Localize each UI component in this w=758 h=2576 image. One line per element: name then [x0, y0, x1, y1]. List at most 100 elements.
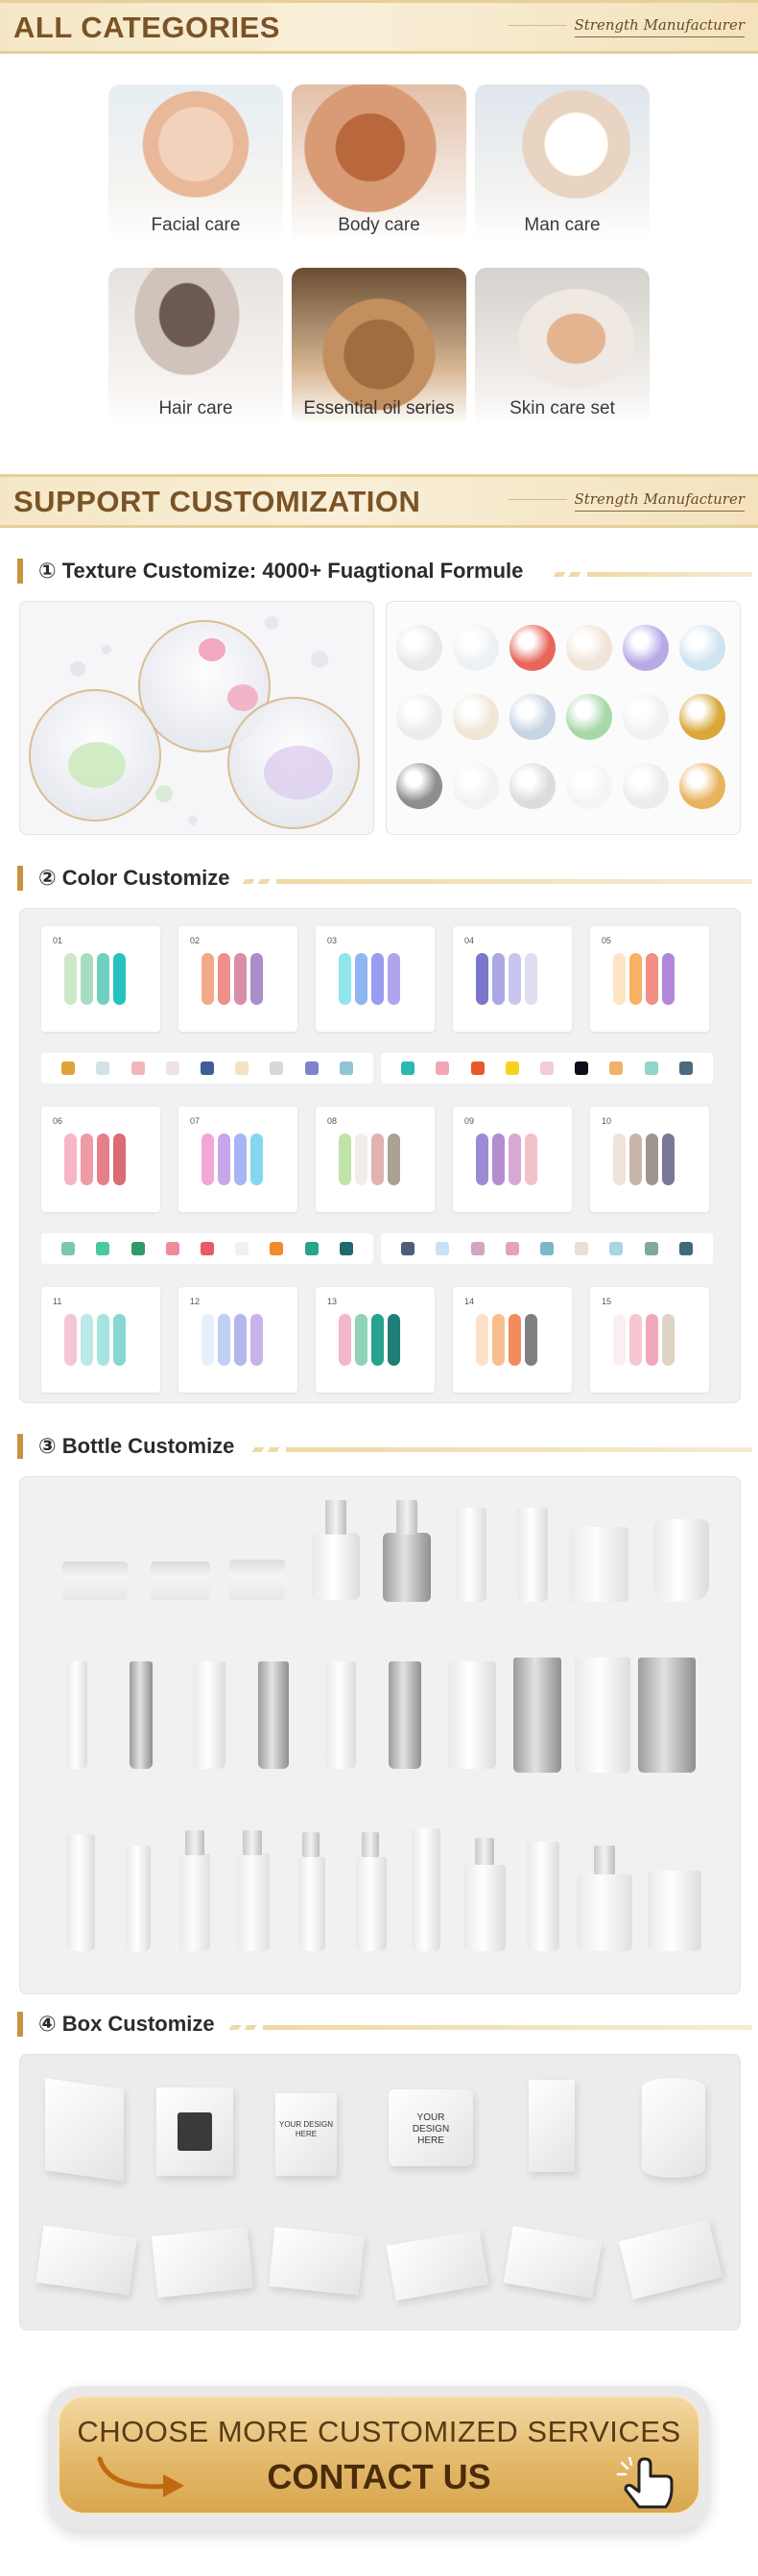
bottle-heading-text: ③ Bottle Customize [38, 1434, 235, 1458]
palette-card[interactable]: 05 [590, 926, 709, 1032]
palette-card[interactable]: 06 [41, 1107, 160, 1212]
window-box-mockup [618, 2219, 723, 2300]
color-dot [165, 1242, 179, 1255]
color-heading: ② Color Customize [17, 862, 758, 894]
box-text [49, 2117, 120, 2127]
palette-swatches [339, 1314, 400, 1366]
color-dot [609, 1242, 624, 1255]
palette-number: 08 [327, 1116, 338, 1126]
category-label: Skin care set [509, 398, 615, 418]
color-swatch [662, 1133, 675, 1185]
palette-number: 09 [464, 1116, 475, 1126]
color-heading-text: ② Color Customize [38, 866, 230, 890]
dropper-bottle [312, 1533, 360, 1600]
palette-number: 01 [53, 936, 63, 945]
color-swatch [218, 953, 230, 1005]
category-man-care[interactable]: Man care [475, 84, 650, 242]
palette-card[interactable]: 08 [316, 1107, 435, 1212]
box-panel: YOUR DESIGN HERE YOUR DESIGN HERE [19, 2054, 741, 2330]
color-swatch [218, 1133, 230, 1185]
color-dot [539, 1242, 554, 1255]
palette-card[interactable]: 01 [41, 926, 160, 1032]
color-swatch [250, 953, 263, 1005]
color-dot [401, 1061, 415, 1075]
open-box-mockup [269, 2227, 365, 2296]
color-dot [505, 1242, 519, 1255]
texture-swatch [453, 694, 499, 740]
category-body-care[interactable]: Body care [292, 84, 466, 242]
texture-swatch [566, 694, 612, 740]
color-swatch [113, 1133, 126, 1185]
color-dot-row [41, 1233, 373, 1264]
palette-card[interactable]: 11 [41, 1287, 160, 1393]
color-dot [470, 1242, 485, 1255]
color-swatch [476, 1133, 488, 1185]
texture-swatch [396, 763, 442, 809]
category-essential-oil[interactable]: Essential oil series [292, 268, 466, 425]
color-swatch [476, 953, 488, 1005]
palette-number: 11 [53, 1297, 62, 1306]
palette-swatches [476, 1133, 537, 1185]
color-dot [644, 1061, 658, 1075]
color-swatch [113, 953, 126, 1005]
palette-card[interactable]: 02 [178, 926, 297, 1032]
color-swatch [492, 1314, 505, 1366]
palette-swatches [201, 953, 263, 1005]
color-dot-row [381, 1053, 713, 1084]
color-swatch [97, 1314, 109, 1366]
palette-card[interactable]: 12 [178, 1287, 297, 1393]
category-facial-care[interactable]: Facial care [108, 84, 283, 242]
palette-card[interactable]: 15 [590, 1287, 709, 1393]
category-skin-care-set[interactable]: Skin care set [475, 268, 650, 425]
texture-swatch [623, 625, 669, 671]
cylinder-box-mockup [642, 2078, 705, 2178]
color-swatch [662, 953, 675, 1005]
palette-card[interactable]: 07 [178, 1107, 297, 1212]
texture-swatch [623, 694, 669, 740]
color-dot [130, 1061, 145, 1075]
color-dot-row [381, 1233, 713, 1264]
category-label: Body care [338, 215, 420, 235]
palette-card[interactable]: 09 [453, 1107, 572, 1212]
box-mockup [45, 2078, 124, 2182]
texture-swatch [566, 625, 612, 671]
palette-number: 05 [602, 936, 612, 945]
category-hair-care[interactable]: Hair care [108, 268, 283, 425]
color-swatch [218, 1314, 230, 1366]
pump-bottle [179, 1853, 210, 1951]
box-mockup: YOUR DESIGN HERE [275, 2093, 337, 2176]
palette-card[interactable]: 14 [453, 1287, 572, 1393]
color-swatch [355, 953, 367, 1005]
color-swatch [613, 953, 626, 1005]
color-swatch [201, 953, 214, 1005]
color-swatch [339, 1314, 351, 1366]
color-dot [61, 1061, 76, 1075]
color-swatch [371, 1133, 384, 1185]
palette-card[interactable]: 13 [316, 1287, 435, 1393]
palette-number: 06 [53, 1116, 63, 1126]
texture-swatch [453, 763, 499, 809]
dropper-cap [396, 1500, 417, 1535]
tube [448, 1661, 496, 1769]
color-swatch [81, 1133, 93, 1185]
palette-card[interactable]: 03 [316, 926, 435, 1032]
box-heading-text: ④ Box Customize [38, 2012, 215, 2036]
color-palette-panel: 01 02 03 04 05 06 07 08 09 10 11 12 13 14 15 [19, 908, 741, 1403]
color-swatch [509, 1314, 521, 1366]
color-swatch [81, 953, 93, 1005]
color-swatch [388, 953, 400, 1005]
dropper-cap [325, 1500, 346, 1535]
palette-swatches [201, 1133, 263, 1185]
color-dot [575, 1242, 589, 1255]
contact-us-button[interactable]: CHOOSE MORE CUSTOMIZED SERVICES CONTACT … [58, 2396, 700, 2515]
texture-swatch [396, 694, 442, 740]
tall-box-mockup [529, 2080, 575, 2172]
category-label: Hair care [158, 398, 233, 418]
palette-card[interactable]: 04 [453, 926, 572, 1032]
palette-card[interactable]: 10 [590, 1107, 709, 1212]
palette-swatches [613, 1133, 675, 1185]
pump-bottle [356, 1857, 387, 1951]
color-swatch [492, 1133, 505, 1185]
color-swatch [201, 1314, 214, 1366]
color-swatch [613, 1133, 626, 1185]
